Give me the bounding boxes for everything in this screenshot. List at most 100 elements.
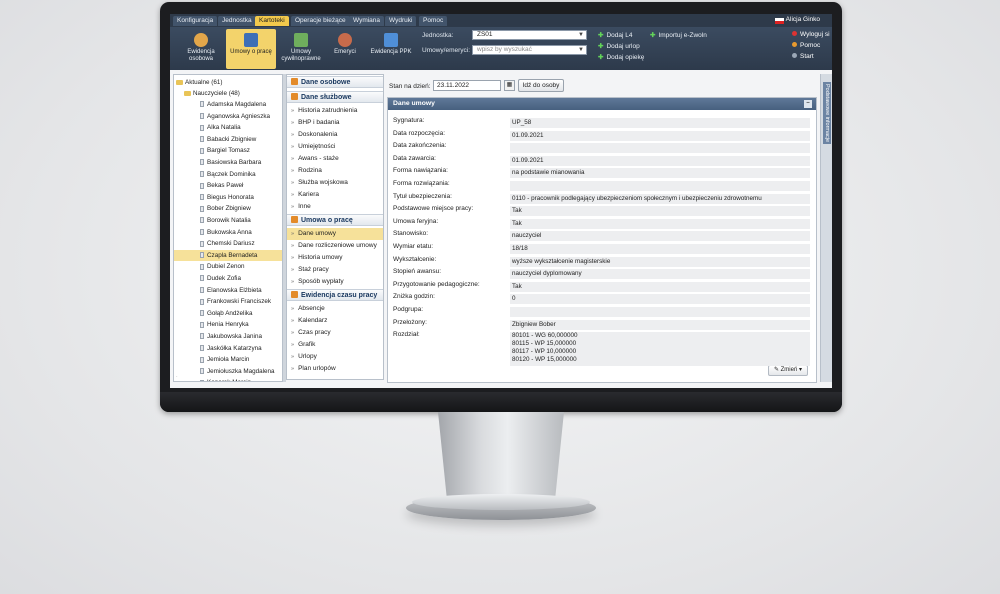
tree-person[interactable]: Bekas Paweł bbox=[174, 180, 282, 191]
nav-item[interactable]: » Umiejętności bbox=[287, 141, 383, 153]
nav-item[interactable]: » Historia umowy bbox=[287, 252, 383, 264]
field-value: Tak bbox=[510, 281, 810, 292]
tree-person[interactable]: Borowik Natalia bbox=[174, 215, 282, 226]
tree-person[interactable]: Aganowska Agnieszka bbox=[174, 111, 282, 122]
person-file-icon bbox=[200, 344, 204, 351]
nav-item[interactable]: » Staż pracy bbox=[287, 264, 383, 276]
tree-person[interactable]: Elanowska Elżbieta bbox=[174, 285, 282, 296]
calendar-icon[interactable]: ▦ bbox=[504, 80, 515, 91]
chevron-right-icon: » bbox=[291, 204, 295, 210]
nav-item[interactable]: » Kalendarz bbox=[287, 315, 383, 327]
tree-person[interactable]: Frankowski Franciszek bbox=[174, 296, 282, 307]
tree-root[interactable]: Aktualne (61) bbox=[176, 77, 222, 88]
tree-person[interactable]: Henia Henryka bbox=[174, 319, 282, 330]
plus-icon: ✚ bbox=[598, 32, 604, 39]
nav-item[interactable]: » Sposób wypłaty bbox=[287, 276, 383, 288]
nav-item[interactable]: » Grafik bbox=[287, 339, 383, 351]
nav-item[interactable]: » Dane umowy bbox=[287, 228, 383, 240]
tree-person[interactable]: Bober Zbigniew bbox=[174, 203, 282, 214]
tree-person[interactable]: Alka Natalia bbox=[174, 122, 282, 133]
umowy-cywilnoprawne-button[interactable]: Umowy cywilnoprawne bbox=[276, 29, 326, 69]
tree-person[interactable]: Dubiel Zenon bbox=[174, 261, 282, 272]
tree-person[interactable]: Adamska Magdalena bbox=[174, 99, 282, 110]
nav-item[interactable]: » Służba wojskowa bbox=[287, 177, 383, 189]
field-label: Data zawarcia: bbox=[393, 154, 436, 162]
menu-konfiguracja[interactable]: Konfiguracja bbox=[173, 16, 218, 26]
nav-item[interactable]: » Dane rozliczeniowe umowy bbox=[287, 240, 383, 252]
chevron-right-icon: » bbox=[291, 255, 295, 261]
tree-person[interactable]: Kanarek Marcin bbox=[174, 377, 282, 381]
nav-section-header[interactable]: Ewidencja czasu pracy bbox=[287, 289, 383, 301]
menu-operacje-biezace[interactable]: Operacje bieżące bbox=[291, 16, 350, 26]
field-label: Wykształcenie: bbox=[393, 255, 437, 263]
tree-person[interactable]: Czapla Bernadeta bbox=[174, 249, 282, 261]
nav-item[interactable]: » Czas pracy bbox=[287, 327, 383, 339]
nav-item[interactable]: » Absencje bbox=[287, 303, 383, 315]
tree-person[interactable]: Biegus Honorata bbox=[174, 192, 282, 203]
ewidencja-ppk-button[interactable]: Ewidencja PPK bbox=[366, 29, 416, 69]
tree-person[interactable]: Bączek Dominika bbox=[174, 169, 282, 180]
field-label: Wymiar etatu: bbox=[393, 243, 434, 250]
nav-item[interactable]: » Inne bbox=[287, 201, 383, 213]
language-flag-icon[interactable] bbox=[775, 18, 784, 24]
logout-button[interactable]: Wyloguj si bbox=[792, 31, 830, 38]
nav-item[interactable]: » Plan urlopów bbox=[287, 363, 383, 375]
person-file-icon bbox=[200, 379, 204, 381]
field-value: nauczyciel bbox=[510, 231, 810, 242]
person-file-icon bbox=[200, 159, 204, 166]
jednostka-select[interactable]: ZS01 ▼ bbox=[472, 30, 587, 40]
nav-item[interactable]: » Awans - staże bbox=[287, 153, 383, 165]
menu-pomoc[interactable]: Pomoc bbox=[419, 16, 448, 26]
tree-person[interactable]: Dudek Zofia bbox=[174, 273, 282, 284]
nav-item[interactable]: » Kariera bbox=[287, 189, 383, 201]
tree-person[interactable]: Jaskółka Katarzyna bbox=[174, 343, 282, 354]
plus-icon: ✚ bbox=[650, 32, 656, 39]
menu-jednostka[interactable]: Jednostka bbox=[218, 16, 256, 26]
menu-wydruki[interactable]: Wydruki bbox=[385, 16, 417, 26]
tree-person[interactable]: Chemski Dariusz bbox=[174, 238, 282, 249]
nav-item[interactable]: » Rodzina bbox=[287, 165, 383, 177]
ewidencja-osobowa-button[interactable]: Ewidencja osobowa bbox=[176, 29, 226, 69]
tree-person[interactable]: Bargiel Tomasz bbox=[174, 145, 282, 156]
idz-do-osoby-button[interactable]: Idź do osoby bbox=[518, 79, 564, 92]
dodaj-l4-button[interactable]: ✚ Dodaj L4 bbox=[598, 31, 632, 39]
dodaj-opieke-button[interactable]: ✚ Dodaj opiekę bbox=[598, 53, 644, 61]
tree-person[interactable]: Bukowska Anna bbox=[174, 227, 282, 238]
menu-kartoteki[interactable]: Kartoteki bbox=[255, 16, 289, 26]
field-label: Forma nawiązania: bbox=[393, 167, 448, 175]
emeryci-button[interactable]: Emeryci bbox=[320, 29, 370, 69]
umowy-search-input[interactable]: wpisz by wyszukać ▼ bbox=[472, 45, 587, 55]
nav-item[interactable]: » BHP i badania bbox=[287, 117, 383, 129]
nav-item[interactable]: » Urlopy bbox=[287, 351, 383, 363]
nav-section-header[interactable]: Dane osobowe bbox=[287, 76, 383, 88]
app-screen: Konfiguracja Jednostka Kartoteki Operacj… bbox=[170, 14, 832, 388]
tree-person[interactable]: Basiowska Barbara bbox=[174, 157, 282, 168]
nav-section-header[interactable]: Umowa o pracę bbox=[287, 214, 383, 226]
tree-group[interactable]: Nauczyciele (48) bbox=[184, 88, 240, 99]
right-side-panel[interactable]: Podstawowe informacje bbox=[820, 74, 832, 382]
dodaj-urlop-button[interactable]: ✚ Dodaj urlop bbox=[598, 42, 640, 50]
section-icon bbox=[291, 291, 298, 298]
nav-section-header[interactable]: Dane służbowe bbox=[287, 91, 383, 103]
tree-person[interactable]: Babacki Zbigniew bbox=[174, 134, 282, 145]
current-user[interactable]: Alicja Ginko bbox=[786, 16, 820, 23]
importuj-e-zwoln-button[interactable]: ✚ Importuj e-Zwoln bbox=[650, 31, 707, 39]
tree-person[interactable]: Jemiołuszka Magdalena bbox=[174, 366, 282, 377]
collapse-icon[interactable]: – bbox=[804, 100, 812, 108]
tree-person[interactable]: Gołąb Andżelika bbox=[174, 308, 282, 319]
side-tab[interactable]: Podstawowe informacje bbox=[823, 82, 831, 145]
help-button[interactable]: Pomoc bbox=[792, 42, 820, 49]
employee-tree[interactable]: Aktualne (61) Nauczyciele (48) Adamska M… bbox=[173, 74, 283, 382]
nav-item[interactable]: » Doskonalenia bbox=[287, 129, 383, 141]
umowy-o-prace-button[interactable]: Umowy o pracę bbox=[226, 29, 276, 69]
zmien-button[interactable]: ✎ Zmień ▾ bbox=[767, 365, 808, 376]
start-button[interactable]: Start bbox=[792, 53, 814, 60]
stan-date-input[interactable]: 23.11.2022 bbox=[433, 80, 501, 91]
nav-item[interactable]: » Historia zatrudnienia bbox=[287, 105, 383, 117]
tree-person[interactable]: Jemioła Marcin bbox=[174, 354, 282, 365]
person-file-icon bbox=[200, 194, 204, 201]
tree-person[interactable]: Jakubowska Janina bbox=[174, 331, 282, 342]
person-file-icon bbox=[200, 275, 204, 282]
menu-wymiana[interactable]: Wymiana bbox=[349, 16, 385, 26]
person-file-icon bbox=[200, 170, 204, 177]
